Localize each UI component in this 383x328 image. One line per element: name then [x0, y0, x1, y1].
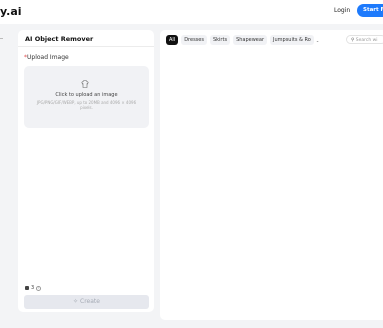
sparkle-icon: ✧ — [73, 298, 79, 305]
chevron-down-icon: ⌄ — [315, 37, 320, 43]
upload-format-hint: JPG/PNG/GIF/WEBP, up to 20MB and 4096 × … — [36, 100, 137, 110]
upload-label-text: Upload Image — [27, 54, 69, 61]
upload-image-icon — [81, 80, 89, 88]
left-edge-divider — [0, 38, 3, 39]
top-navigation-bar: y.ai Login Start For Free — [0, 0, 383, 24]
tool-panel: AI Object Remover *Upload Image Click to… — [18, 30, 154, 312]
search-placeholder: Search wi — [355, 37, 378, 43]
tab-jumpsuits: Jumpsuits & Ro — [270, 35, 314, 45]
tab-skirts[interactable]: Skirts — [209, 35, 231, 45]
start-for-free-button[interactable]: Start For Free — [357, 4, 383, 17]
category-tabs: All Dresses Skirts Shapewear Jumpsuits &… — [166, 35, 319, 45]
tool-title: AI Object Remover — [25, 35, 94, 43]
upload-prompt-text: Click to upload an image — [55, 92, 118, 98]
credits-indicator: 3 i — [25, 285, 42, 291]
tab-all[interactable]: All — [166, 35, 179, 45]
info-icon[interactable]: i — [36, 285, 42, 291]
upload-image-label: *Upload Image — [24, 54, 69, 61]
image-upload-dropzone[interactable]: Click to upload an image JPG/PNG/GIF/WEB… — [24, 66, 149, 128]
tab-dresses[interactable]: Dresses — [181, 35, 207, 45]
panel-divider — [18, 46, 154, 47]
gallery-panel: All Dresses Skirts Shapewear Jumpsuits &… — [160, 30, 383, 320]
search-input[interactable]: ⚲ Search wi — [346, 35, 383, 44]
tab-jumpsuits-dropdown[interactable]: Jumpsuits & Ro ⌄ — [270, 35, 319, 45]
tab-shapewear[interactable]: Shapewear — [233, 35, 268, 45]
create-button[interactable]: ✧ Create — [24, 295, 149, 309]
brand-logo[interactable]: y.ai — [0, 5, 22, 18]
credit-icon — [25, 286, 29, 290]
create-button-label: Create — [80, 298, 100, 305]
credits-count: 3 — [31, 285, 35, 291]
search-icon: ⚲ — [351, 37, 355, 43]
login-link[interactable]: Login — [334, 7, 350, 14]
